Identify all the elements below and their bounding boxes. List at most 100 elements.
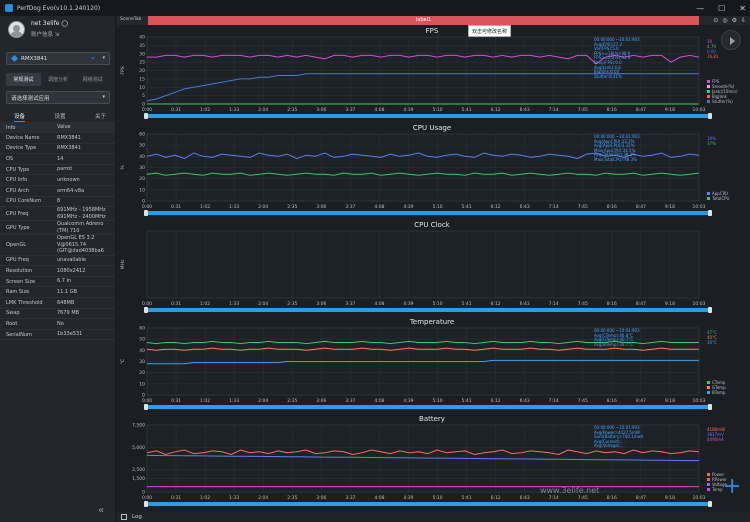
x-tick-label: 7:45 bbox=[578, 301, 588, 307]
chart-panel: 0:00 0:31 1:02 1:33 2:04 2:35 3:06 3:37 4:08 4:39… bbox=[117, 316, 747, 413]
current-values: 19% 37% bbox=[707, 136, 716, 146]
tab-normal-test[interactable]: 常规测试 bbox=[6, 73, 41, 86]
tab-schedule-analysis[interactable]: 调度分析 bbox=[41, 73, 76, 86]
x-tick-label: 6:43 bbox=[520, 495, 530, 501]
x-tick-label: 0:31 bbox=[171, 398, 181, 404]
table-row: Device Name RMX3841 bbox=[0, 133, 115, 144]
chart-svg: 0:00 0:31 1:02 1:33 2:04 2:35 3:06 3:37 4:08 4:39… bbox=[120, 326, 706, 405]
x-tick-label: 5:41 bbox=[462, 495, 472, 501]
user-card[interactable]: net 3elife ◯ 账户信息 ⇲ bbox=[8, 20, 68, 38]
tab-about[interactable]: 关于 bbox=[95, 112, 106, 122]
chart-svg: 0:00 0:31 1:02 1:33 2:04 2:35 3:06 3:37 4:08 4:39… bbox=[120, 132, 706, 211]
legend-swatch bbox=[707, 488, 710, 491]
y-tick-label: 30 bbox=[139, 51, 145, 57]
timeline-scrollbar[interactable] bbox=[144, 404, 712, 410]
tab-device[interactable]: 设备 bbox=[14, 112, 26, 122]
x-tick-label: 3:06 bbox=[316, 301, 326, 307]
x-tick-label: 5:41 bbox=[462, 398, 472, 404]
info-key: CPU Freq bbox=[6, 210, 29, 217]
x-tick-label: 4:39 bbox=[403, 495, 413, 501]
download-icon[interactable]: ⇩ bbox=[741, 17, 746, 24]
tab-settings[interactable]: 设置 bbox=[54, 112, 65, 122]
x-tick-label: 7:45 bbox=[578, 204, 588, 210]
maximize-button[interactable]: ☐ bbox=[718, 4, 725, 13]
table-row: GPU Freq unavailable bbox=[0, 256, 115, 267]
scene-tab[interactable]: SceneTab bbox=[120, 17, 141, 22]
info-value: RMX3841 bbox=[57, 145, 81, 152]
info-value: 11.1 GB bbox=[57, 288, 78, 295]
legend-item[interactable]: BTemp bbox=[707, 390, 726, 395]
x-tick-label: 7:14 bbox=[549, 301, 559, 307]
label-bar[interactable]: label1 bbox=[148, 16, 699, 25]
x-tick-label: 5:10 bbox=[432, 398, 442, 404]
close-button[interactable]: ✕ bbox=[739, 4, 746, 13]
legend-swatch bbox=[707, 391, 710, 394]
gear-icon[interactable]: ⚙ bbox=[732, 17, 737, 24]
y-tick-label: 50 bbox=[139, 143, 145, 149]
info-value: 14 bbox=[57, 155, 64, 162]
target-icon[interactable]: ◎ bbox=[722, 17, 727, 24]
x-tick-label: 2:35 bbox=[287, 204, 297, 210]
collapse-panel-icon[interactable]: « bbox=[98, 505, 104, 516]
legend-label: Temp bbox=[712, 487, 723, 492]
tab-network-test[interactable]: 网络测试 bbox=[75, 73, 110, 86]
x-tick-label: 7:14 bbox=[549, 204, 559, 210]
x-tick-label: 6:43 bbox=[520, 398, 530, 404]
legend-item[interactable]: Stutter(%) bbox=[707, 99, 738, 104]
x-tick-label: 8:47 bbox=[636, 301, 646, 307]
x-tick-label: 2:04 bbox=[258, 204, 268, 210]
y-axis-label: °C bbox=[120, 359, 126, 364]
x-tick-label: 6:12 bbox=[491, 495, 501, 501]
x-tick-label: 6:43 bbox=[520, 107, 530, 113]
x-tick-label: 9:18 bbox=[665, 204, 675, 210]
info-key: Root bbox=[6, 321, 18, 328]
x-tick-label: 1:02 bbox=[200, 495, 210, 501]
y-axis-label: MHz bbox=[120, 259, 126, 269]
y-tick-label: 20 bbox=[139, 370, 145, 376]
timeline-scrollbar[interactable] bbox=[144, 113, 712, 119]
bottom-bar: Log bbox=[117, 512, 750, 522]
x-tick-label: 0:31 bbox=[171, 495, 181, 501]
legend-swatch bbox=[707, 100, 710, 103]
info-key: GPU Type bbox=[6, 224, 30, 231]
timeline-scrollbar[interactable] bbox=[144, 210, 712, 216]
app-select[interactable]: 请选择测试应用 ▾ bbox=[6, 91, 110, 104]
chart-title: Battery bbox=[419, 415, 445, 423]
play-button[interactable] bbox=[721, 30, 741, 50]
x-tick-label: 2:35 bbox=[287, 398, 297, 404]
info-key: OpenGL bbox=[6, 241, 27, 248]
timeline-scrollbar[interactable] bbox=[144, 307, 712, 313]
x-tick-label: 10:03 bbox=[693, 107, 706, 113]
device-name: RMX3841 bbox=[21, 55, 48, 62]
legend-swatch bbox=[707, 473, 710, 476]
x-tick-label: 5:41 bbox=[462, 204, 472, 210]
device-select[interactable]: RMX3841 ᯤ ▾ bbox=[6, 52, 110, 65]
log-checkbox[interactable] bbox=[121, 514, 127, 520]
account-info-link[interactable]: 账户信息 ⇲ bbox=[31, 30, 68, 38]
device-info-table: Info Value Device Name RMX3841 Device Type… bbox=[0, 122, 115, 341]
x-tick-label: 2:35 bbox=[287, 107, 297, 113]
chart-svg: 0:00 0:31 1:02 1:33 2:04 2:35 3:06 3:37 4:08 4:39… bbox=[120, 230, 706, 307]
y-tick-label: 0 bbox=[142, 490, 145, 496]
avatar[interactable] bbox=[8, 20, 25, 38]
minimize-button[interactable]: — bbox=[696, 4, 704, 13]
x-tick-label: 1:33 bbox=[229, 398, 239, 404]
timeline-scrollbar[interactable] bbox=[144, 501, 712, 507]
add-label-icon[interactable]: + bbox=[723, 474, 741, 499]
info-value: RMX3841 bbox=[57, 134, 81, 141]
current-values: 47°C 40°C 30°C bbox=[707, 330, 717, 345]
x-tick-label: 3:37 bbox=[345, 107, 355, 113]
y-tick-label: 25 bbox=[139, 60, 145, 66]
legend-label: BTemp bbox=[712, 390, 726, 395]
location-icon[interactable]: ⊙ bbox=[713, 17, 718, 24]
y-tick-label: 0 bbox=[142, 199, 145, 205]
x-tick-label: 1:33 bbox=[229, 204, 239, 210]
x-tick-label: 5:41 bbox=[462, 301, 472, 307]
y-tick-label: 2,500 bbox=[132, 467, 145, 473]
app-select-placeholder: 请选择测试应用 bbox=[11, 95, 50, 102]
legend-item[interactable]: TotalCPU bbox=[707, 196, 729, 201]
x-tick-label: 6:12 bbox=[491, 301, 501, 307]
x-tick-label: 8:47 bbox=[636, 495, 646, 501]
x-tick-label: 6:12 bbox=[491, 107, 501, 113]
info-key: CPU CoreNum bbox=[6, 198, 42, 205]
